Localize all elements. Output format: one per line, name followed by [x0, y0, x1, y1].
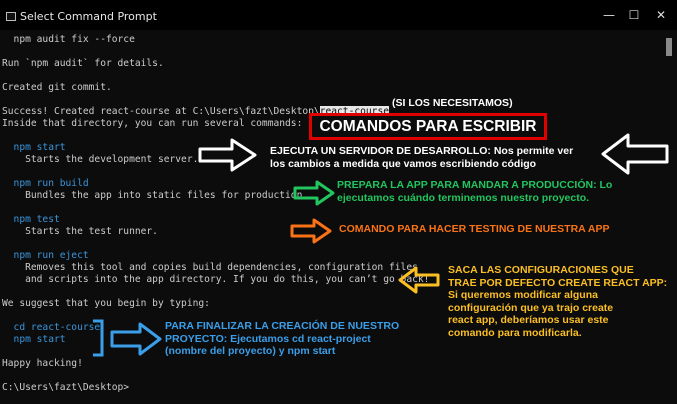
eject-note-line: SACA LAS CONFIGURACIONES QUE [448, 264, 634, 276]
build-note-line: PREPARA LA APP PARA MANDAR A PRODUCCIÓN:… [337, 179, 613, 191]
terminal-command-line: npm run build [2, 178, 89, 189]
arrow-right-blue-icon [110, 322, 162, 356]
terminal-line: Starts the test runner. [2, 226, 158, 237]
terminal-line: Happy hacking! [2, 358, 83, 369]
eject-note-line: configuración que ya trajo create [448, 301, 614, 314]
maximize-button[interactable]: ☐ [625, 0, 643, 30]
eject-note-line: comando para modificarla. [448, 326, 582, 339]
arrow-left-white-icon [601, 133, 669, 175]
title-bar[interactable]: Select Command Prompt — ☐ ✕ [0, 0, 677, 30]
finish-note-line: (nombre del proyecto) y npm start [165, 345, 336, 357]
bracket-blue-icon [93, 319, 104, 357]
start-note-line: EJECUTA UN SERVIDOR DE DESARROLLO: Nos p… [270, 145, 574, 157]
terminal-line: Starts the development server. [2, 154, 199, 165]
terminal-command-line: npm run eject [2, 250, 89, 261]
terminal-line: We suggest that you begin by typing: [2, 298, 210, 309]
build-note: PREPARA LA APP PARA MANDAR A PRODUCCIÓN:… [337, 179, 612, 204]
terminal-command-line: npm start [2, 334, 66, 345]
terminal-line: npm audit fix --force [2, 34, 135, 45]
scrollbar-thumb[interactable] [666, 38, 672, 56]
minimize-button[interactable]: — [600, 0, 618, 30]
test-note: COMANDO PARA HACER TESTING DE NUESTRA AP… [339, 223, 609, 236]
optional-note: (SI LOS NECESITAMOS) [392, 97, 513, 109]
build-note-line: ejecutamos cuándo terminemos nuestro pro… [337, 191, 590, 204]
close-button[interactable]: ✕ [652, 0, 670, 30]
terminal-line: C:\Users\fazt\Desktop> [2, 382, 130, 393]
finish-note-line: PARA FINALIZAR LA CREACIÓN DE NUESTRO [165, 320, 400, 332]
terminal-line-text: Success! Created react-course at C:\User… [2, 106, 320, 117]
eject-note: SACA LAS CONFIGURACIONES QUE TRAE POR DE… [448, 264, 667, 339]
annotation-title: COMANDOS PARA ESCRIBIR [309, 113, 547, 140]
window-title: Select Command Prompt [20, 10, 157, 23]
scrollbar[interactable] [663, 30, 677, 404]
eject-note-line: TRAE POR DEFECTO CREATE REACT APP: [448, 276, 668, 289]
terminal-command-line: npm test [2, 214, 60, 225]
terminal-line: Created git commit. [2, 82, 112, 93]
arrow-left-yellow-icon [398, 266, 440, 294]
command-prompt-window: Select Command Prompt — ☐ ✕ npm audit fi… [0, 0, 677, 404]
terminal-line: Bundles the app into static files for pr… [2, 190, 309, 201]
terminal-icon [6, 12, 16, 21]
eject-note-line: react app, deberíamos usar este [448, 314, 609, 326]
arrow-right-white-icon [198, 138, 257, 172]
terminal-command-line: npm start [2, 142, 66, 153]
terminal-line: Removes this tool and copies build depen… [2, 262, 418, 273]
terminal-line: Inside that directory, you can run sever… [2, 118, 303, 129]
terminal-line: Run `npm audit` for details. [2, 58, 164, 69]
finish-note: PARA FINALIZAR LA CREACIÓN DE NUESTRO PR… [165, 320, 399, 358]
finish-note-line: PROYECTO: Ejecutamos cd react-project [165, 332, 371, 345]
start-note-line: los cambios a medida que vamos escribien… [270, 157, 537, 170]
start-note: EJECUTA UN SERVIDOR DE DESARROLLO: Nos p… [270, 145, 573, 170]
arrow-right-orange-icon [290, 218, 332, 244]
terminal-command-line: cd react-course [2, 322, 101, 333]
eject-note-line: Si queremos modificar alguna [448, 289, 598, 301]
terminal-line: and scripts into the app directory. If y… [2, 274, 430, 285]
arrow-right-green-icon [293, 180, 335, 206]
test-note-line: COMANDO PARA HACER TESTING DE NUESTRA AP… [339, 223, 610, 235]
